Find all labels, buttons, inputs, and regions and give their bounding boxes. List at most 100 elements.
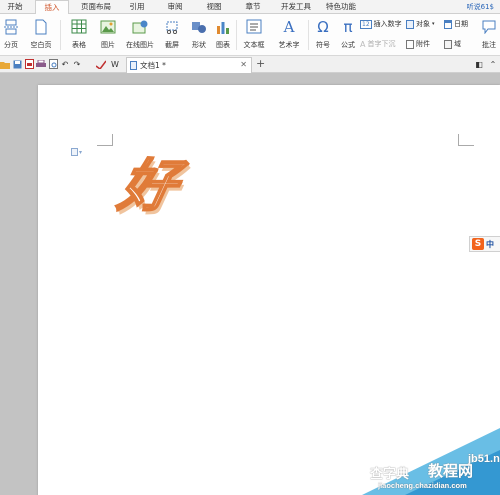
ime-status-bar[interactable]: S 中 [469, 236, 500, 252]
shapes-icon [187, 18, 211, 35]
wps-logo-icon[interactable]: W [110, 59, 120, 69]
tab-chapter[interactable]: 章节 [238, 0, 268, 14]
bar-chart-icon [213, 18, 233, 35]
wordart-text[interactable]: 好 [112, 153, 184, 220]
online-picture-label: 在线图片 [126, 41, 154, 49]
margin-mark-top-left [97, 134, 113, 146]
scissors-icon [160, 18, 184, 35]
tab-insert[interactable]: 插入 [35, 0, 69, 15]
online-picture-button[interactable]: 在线图片 [124, 18, 156, 54]
add-tab-button[interactable]: + [256, 57, 265, 70]
comment-label: 批注 [482, 41, 496, 49]
table-icon [66, 18, 92, 35]
wordart-button[interactable]: A 艺术字 [273, 18, 305, 54]
open-folder-icon[interactable] [0, 59, 10, 69]
document-workspace: ▾ 好 [0, 73, 500, 495]
paragraph-layout-icon[interactable]: ▾ [71, 148, 82, 156]
tab-features[interactable]: 特色功能 [320, 0, 362, 14]
account-label[interactable]: 听说61$ [467, 0, 494, 14]
field-button[interactable]: 域 [444, 38, 461, 50]
table-button[interactable]: 表格 [66, 18, 92, 54]
print-preview-icon[interactable] [48, 59, 58, 69]
save-icon[interactable] [12, 59, 22, 69]
tab-home[interactable]: 开始 [0, 0, 30, 14]
chevron-up-icon[interactable]: ⌃ [488, 59, 498, 69]
margin-mark-top-right [458, 134, 474, 146]
ribbon-separator [308, 20, 309, 50]
drop-cap-icon: A [360, 39, 366, 49]
drop-cap-button[interactable]: A 首字下沉 [360, 38, 395, 50]
object-icon [406, 19, 414, 29]
calendar-icon [444, 19, 452, 29]
redo-icon[interactable]: ↷ [72, 59, 82, 69]
paperclip-icon [406, 39, 414, 49]
tab-page-layout[interactable]: 页面布局 [75, 0, 117, 14]
wordart-label: 艺术字 [278, 41, 300, 49]
insert-number-label: 插入数字 [373, 20, 402, 28]
document-icon [130, 61, 137, 70]
shapes-button[interactable]: 形状 [187, 18, 211, 54]
ime-mode-label: 中 [486, 239, 494, 249]
format-painter-icon[interactable] [96, 59, 106, 69]
page-break-icon [0, 18, 22, 35]
field-icon [444, 39, 452, 49]
number-icon: 12 [360, 19, 372, 29]
insert-number-button[interactable]: 12 插入数字 [360, 18, 402, 30]
textbox-button[interactable]: 文本框 [239, 18, 269, 54]
ribbon-separator [60, 20, 61, 50]
attachment-button[interactable]: 附件 [406, 38, 430, 50]
blank-page-button[interactable]: 空白页 [26, 18, 56, 54]
undo-icon[interactable]: ↶ [60, 59, 70, 69]
screenshot-label: 截屏 [165, 41, 179, 49]
sogou-logo-icon: S [472, 238, 484, 250]
ribbon-separator [236, 20, 237, 50]
sidebar-toggle-icon[interactable]: ◧ [474, 59, 484, 69]
print-icon[interactable] [36, 59, 46, 69]
comment-button[interactable]: 批注 [478, 18, 500, 54]
picture-icon [96, 18, 120, 35]
equation-button[interactable]: π 公式 [338, 18, 358, 54]
object-button[interactable]: 对象 ▾ [406, 18, 435, 30]
chart-button[interactable]: 图表 [213, 18, 233, 54]
document-tab-title: 文档1 * [140, 61, 166, 70]
document-page[interactable]: ▾ 好 [38, 85, 500, 495]
omega-icon: Ω [317, 17, 329, 36]
symbol-button[interactable]: Ω 符号 [311, 18, 335, 54]
tab-view[interactable]: 视图 [199, 0, 229, 14]
pi-icon: π [343, 17, 353, 36]
tab-references[interactable]: 引用 [122, 0, 152, 14]
picture-label: 图片 [101, 41, 115, 49]
shapes-label: 形状 [192, 41, 206, 49]
quick-access-bar: ↶ ↷ W 文档1 * ✕ + ◧ ⌃ [0, 56, 500, 73]
tab-review[interactable]: 审阅 [160, 0, 190, 14]
table-label: 表格 [72, 41, 86, 49]
comment-icon [478, 18, 500, 35]
date-button[interactable]: 日期 [444, 18, 468, 30]
watermark-line1: 查字典 [370, 467, 410, 482]
equation-label: 公式 [341, 41, 355, 49]
chart-label: 图表 [216, 41, 230, 49]
online-picture-icon [124, 18, 156, 35]
watermark-line2: 教程网 [428, 462, 474, 480]
blank-page-icon [26, 18, 56, 35]
page-break-button[interactable]: 分页 [0, 18, 22, 54]
document-tab[interactable]: 文档1 * ✕ [126, 57, 252, 73]
ribbon-insert: 分页 空白页 表格 图片 在线图片 截屏 形状 图表 文本框 A 艺术字 Ω 符… [0, 14, 500, 56]
close-icon[interactable]: ✕ [240, 60, 247, 69]
menu-bar: 开始 插入 页面布局 引用 审阅 视图 章节 开发工具 特色功能 听说61$ [0, 0, 500, 15]
textbox-label: 文本框 [243, 41, 265, 49]
field-label: 域 [454, 40, 461, 48]
watermark-url: jiaocheng.chazidian.com [378, 481, 467, 490]
drop-cap-label: 首字下沉 [367, 40, 396, 48]
wordart-icon: A [283, 17, 295, 36]
object-label: 对象 [416, 20, 430, 28]
export-pdf-icon[interactable] [24, 59, 34, 69]
picture-button[interactable]: 图片 [96, 18, 120, 54]
chevron-down-icon: ▾ [432, 21, 435, 27]
textbox-icon [239, 18, 269, 35]
symbol-label: 符号 [316, 41, 330, 49]
tab-developer[interactable]: 开发工具 [276, 0, 316, 14]
screenshot-button[interactable]: 截屏 [160, 18, 184, 54]
blank-page-label: 空白页 [30, 41, 52, 49]
page-break-label: 分页 [4, 41, 18, 49]
